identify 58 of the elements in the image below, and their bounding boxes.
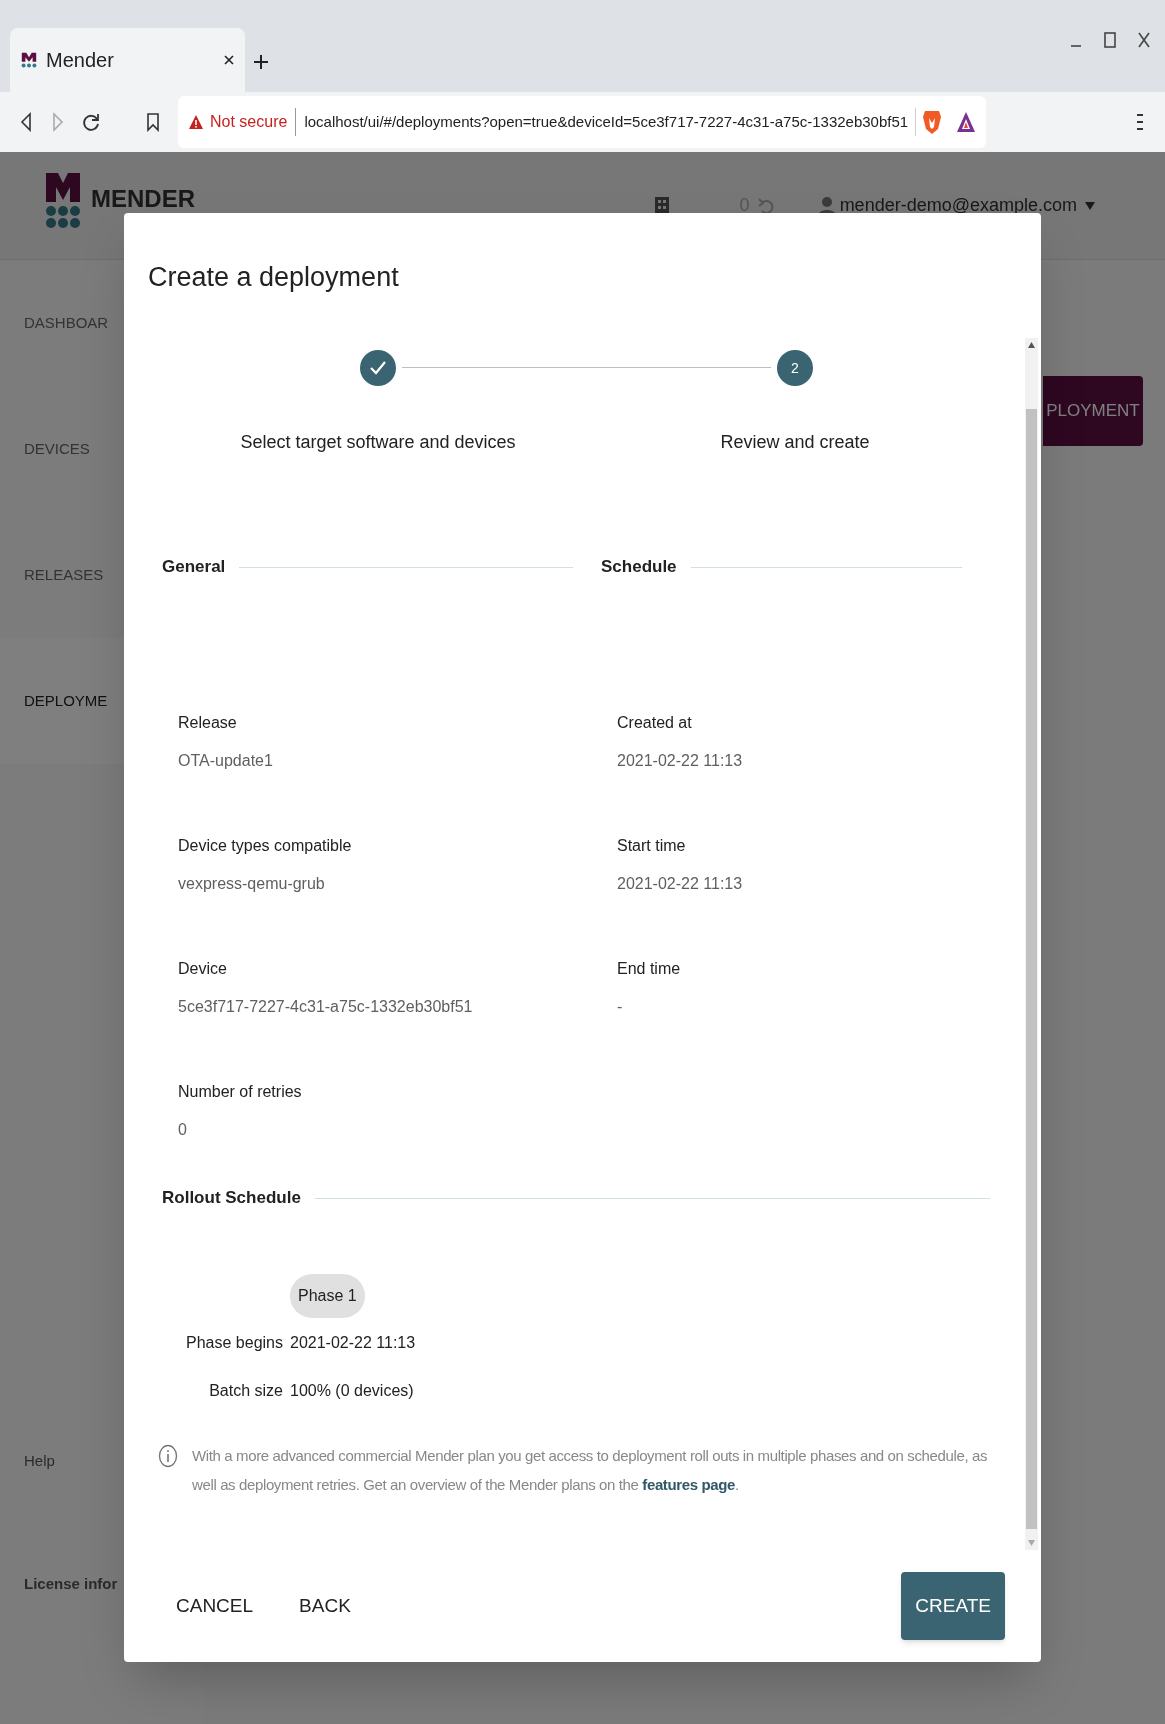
triangle-icon[interactable]: [956, 110, 976, 134]
security-label: Not secure: [210, 112, 288, 132]
info-icon: [158, 1444, 178, 1468]
field-value: 2021-02-22 11:13: [617, 874, 744, 894]
user-menu[interactable]: mender-demo@example.com: [839, 192, 1095, 219]
field-value: 0: [178, 1120, 188, 1140]
caret-icon: [1085, 201, 1095, 210]
section-heading: Rollout Schedule: [162, 1187, 301, 1210]
close-icon[interactable]: [223, 54, 235, 66]
section-heading: General: [162, 556, 226, 579]
building-icon[interactable]: [653, 195, 670, 216]
step-number: 2: [777, 350, 813, 386]
phase-label: Phase begins: [185, 1333, 283, 1353]
field-value: 2021-02-22 11:13: [617, 751, 744, 771]
bookmark-icon[interactable]: [146, 112, 160, 132]
info-text: With a more advanced commercial Mender plan you get access to deployment roll outs in multiple phases and on schedule, as well as deployment retries. Get an overview of the Mender plans on the features page.: [192, 1446, 989, 1495]
address-bar[interactable]: Not secure localhost/ui/#/deployments?open=true&deviceId=5ce3f717-7227-4c31-a75c-1332eb30bf51: [178, 96, 986, 148]
field-value: -: [617, 997, 624, 1017]
up-arrow-icon[interactable]: [1028, 342, 1035, 348]
logo-text: MENDER: [91, 186, 195, 212]
scrollbar[interactable]: [1025, 338, 1038, 1550]
phase-label: Batch size: [208, 1381, 283, 1401]
field-label: Start time: [617, 836, 687, 856]
section-heading: Schedule: [601, 556, 677, 579]
step-label: Review and create: [720, 431, 870, 454]
sidebar-link[interactable]: Help: [24, 1450, 118, 1473]
field-label: Device: [178, 959, 228, 979]
maximize-icon[interactable]: [1103, 32, 1117, 48]
back-icon[interactable]: [20, 112, 32, 132]
dialog-title: Create a deployment: [147, 261, 399, 294]
undo-icon[interactable]: [757, 196, 774, 215]
create-button[interactable]: CREATE: [901, 1572, 1005, 1640]
field-label: Number of retries: [178, 1082, 303, 1102]
phase-value: 100% (0 devices): [290, 1381, 415, 1401]
field-label: Created at: [617, 713, 693, 733]
step-label: Select target software and devices: [240, 431, 516, 454]
lion-shield-icon[interactable]: [922, 109, 942, 135]
phase-value: 2021-02-22 11:13: [290, 1333, 417, 1353]
new-tab-icon[interactable]: [253, 54, 269, 70]
field-value: vexpress-qemu-grub: [178, 874, 326, 894]
logo-icon: [45, 172, 81, 228]
features-link[interactable]: features page: [642, 1476, 735, 1493]
reload-icon[interactable]: [82, 112, 100, 132]
url-text: localhost/ui/#/deployments?open=true&deviceId=5ce3f717-7227-4c31-a75c-1332eb30bf51: [304, 111, 909, 132]
tab-title: Mender: [46, 48, 115, 73]
field-label: End time: [617, 959, 682, 979]
close-icon[interactable]: [1137, 32, 1151, 48]
logo-icon: [20, 51, 38, 69]
browser-tab[interactable]: Mender: [10, 28, 245, 92]
menu-icon[interactable]: [1137, 111, 1143, 133]
field-label: Device types compatible: [178, 836, 353, 856]
phase-chip: Phase 1: [290, 1274, 365, 1318]
cancel-button[interactable]: CANCEL: [162, 1584, 268, 1628]
new-deployment-button[interactable]: PLOYMENT: [1043, 376, 1143, 446]
sidebar-link[interactable]: License infor: [24, 1572, 118, 1595]
warning-icon: [188, 114, 204, 130]
field-value: 5ce3f717-7227-4c31-a75c-1332eb30bf51: [178, 997, 474, 1017]
back-button[interactable]: BACK: [285, 1584, 365, 1628]
